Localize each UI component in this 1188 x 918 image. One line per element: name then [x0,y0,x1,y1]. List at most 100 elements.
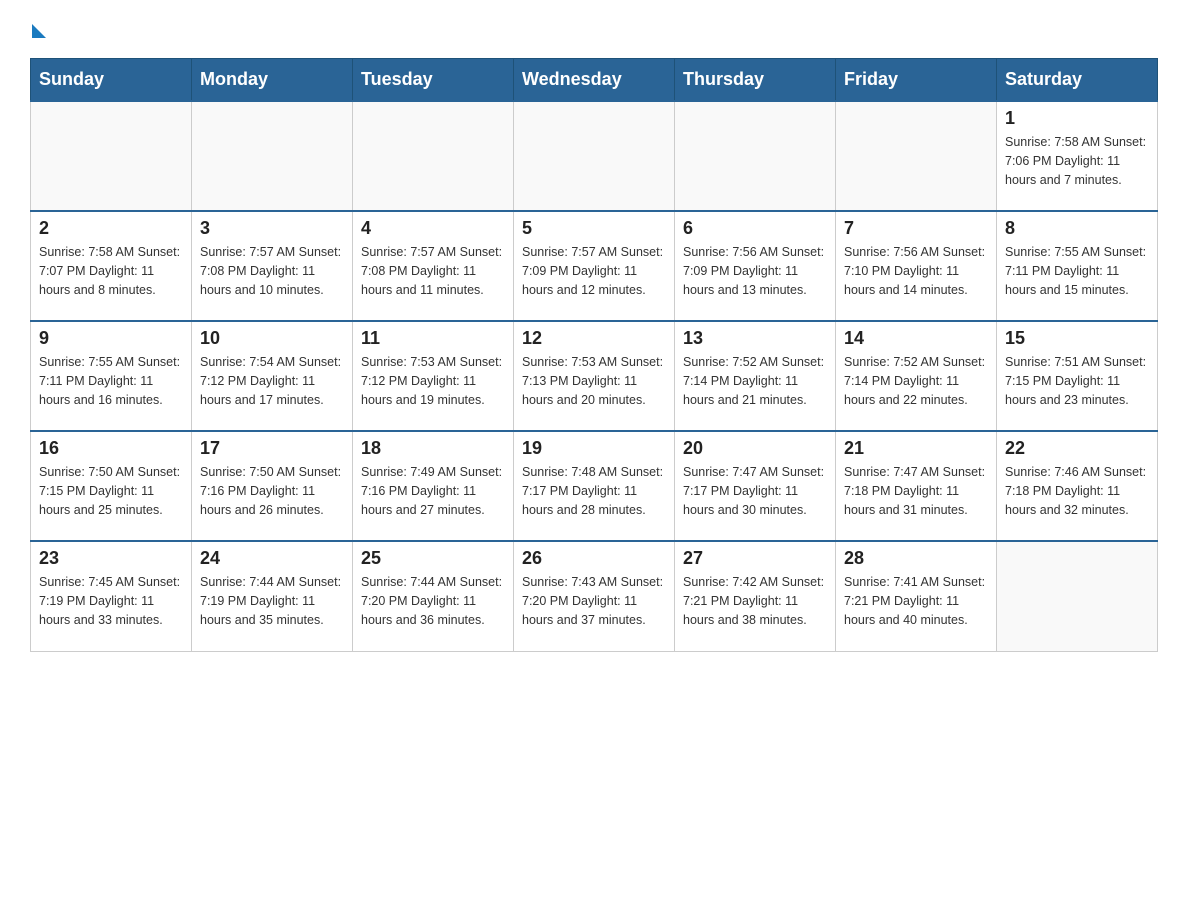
day-info: Sunrise: 7:53 AM Sunset: 7:13 PM Dayligh… [522,353,666,409]
day-info: Sunrise: 7:55 AM Sunset: 7:11 PM Dayligh… [39,353,183,409]
calendar-cell: 8 Sunrise: 7:55 AM Sunset: 7:11 PM Daylig… [997,211,1158,321]
calendar-cell: 18 Sunrise: 7:49 AM Sunset: 7:16 PM Dayli… [353,431,514,541]
calendar-cell: 14 Sunrise: 7:52 AM Sunset: 7:14 PM Dayli… [836,321,997,431]
day-number: 17 [200,438,344,459]
calendar-cell: 2 Sunrise: 7:58 AM Sunset: 7:07 PM Daylig… [31,211,192,321]
day-number: 4 [361,218,505,239]
calendar-header-monday: Monday [192,59,353,102]
day-number: 1 [1005,108,1149,129]
day-info: Sunrise: 7:46 AM Sunset: 7:18 PM Dayligh… [1005,463,1149,519]
calendar-cell: 20 Sunrise: 7:47 AM Sunset: 7:17 PM Dayli… [675,431,836,541]
day-number: 21 [844,438,988,459]
calendar-header-friday: Friday [836,59,997,102]
week-row-3: 9 Sunrise: 7:55 AM Sunset: 7:11 PM Daylig… [31,321,1158,431]
page-header [30,20,1158,38]
day-info: Sunrise: 7:51 AM Sunset: 7:15 PM Dayligh… [1005,353,1149,409]
calendar-cell: 19 Sunrise: 7:48 AM Sunset: 7:17 PM Dayli… [514,431,675,541]
day-info: Sunrise: 7:57 AM Sunset: 7:09 PM Dayligh… [522,243,666,299]
calendar-cell: 16Sunrise: 7:50 AM Sunset: 7:15 PM Dayli… [31,431,192,541]
day-number: 18 [361,438,505,459]
day-info: Sunrise: 7:56 AM Sunset: 7:10 PM Dayligh… [844,243,988,299]
day-info: Sunrise: 7:50 AM Sunset: 7:16 PM Dayligh… [200,463,344,519]
calendar-cell: 27 Sunrise: 7:42 AM Sunset: 7:21 PM Dayli… [675,541,836,651]
logo-arrow-icon [32,24,46,38]
day-info: Sunrise: 7:52 AM Sunset: 7:14 PM Dayligh… [844,353,988,409]
day-number: 27 [683,548,827,569]
calendar-cell: 17 Sunrise: 7:50 AM Sunset: 7:16 PM Dayli… [192,431,353,541]
calendar-header-thursday: Thursday [675,59,836,102]
calendar-header-wednesday: Wednesday [514,59,675,102]
day-info: Sunrise: 7:56 AM Sunset: 7:09 PM Dayligh… [683,243,827,299]
day-number: 5 [522,218,666,239]
calendar-header-tuesday: Tuesday [353,59,514,102]
day-number: 10 [200,328,344,349]
calendar-cell: 28 Sunrise: 7:41 AM Sunset: 7:21 PM Dayli… [836,541,997,651]
calendar-header-saturday: Saturday [997,59,1158,102]
day-number: 11 [361,328,505,349]
calendar-cell: 22 Sunrise: 7:46 AM Sunset: 7:18 PM Dayli… [997,431,1158,541]
calendar-cell [997,541,1158,651]
day-info: Sunrise: 7:45 AM Sunset: 7:19 PM Dayligh… [39,573,183,629]
day-number: 23 [39,548,183,569]
day-number: 9 [39,328,183,349]
day-info: Sunrise: 7:42 AM Sunset: 7:21 PM Dayligh… [683,573,827,629]
calendar-cell: 24Sunrise: 7:44 AM Sunset: 7:19 PM Dayli… [192,541,353,651]
day-number: 19 [522,438,666,459]
calendar-cell [31,101,192,211]
calendar-cell [514,101,675,211]
day-number: 15 [1005,328,1149,349]
day-number: 16 [39,438,183,459]
day-number: 22 [1005,438,1149,459]
day-number: 7 [844,218,988,239]
calendar-cell [836,101,997,211]
calendar-header-row: SundayMondayTuesdayWednesdayThursdayFrid… [31,59,1158,102]
calendar-cell: 7 Sunrise: 7:56 AM Sunset: 7:10 PM Daylig… [836,211,997,321]
week-row-1: 1 Sunrise: 7:58 AM Sunset: 7:06 PM Daylig… [31,101,1158,211]
day-number: 13 [683,328,827,349]
calendar-cell [192,101,353,211]
day-info: Sunrise: 7:57 AM Sunset: 7:08 PM Dayligh… [361,243,505,299]
day-info: Sunrise: 7:49 AM Sunset: 7:16 PM Dayligh… [361,463,505,519]
calendar-cell: 26 Sunrise: 7:43 AM Sunset: 7:20 PM Dayli… [514,541,675,651]
calendar-cell: 23 Sunrise: 7:45 AM Sunset: 7:19 PM Dayli… [31,541,192,651]
logo [30,20,46,38]
day-number: 26 [522,548,666,569]
week-row-2: 2 Sunrise: 7:58 AM Sunset: 7:07 PM Daylig… [31,211,1158,321]
day-number: 12 [522,328,666,349]
day-info: Sunrise: 7:43 AM Sunset: 7:20 PM Dayligh… [522,573,666,629]
day-number: 24 [200,548,344,569]
day-number: 20 [683,438,827,459]
day-info: Sunrise: 7:48 AM Sunset: 7:17 PM Dayligh… [522,463,666,519]
day-number: 28 [844,548,988,569]
calendar-cell: 4 Sunrise: 7:57 AM Sunset: 7:08 PM Daylig… [353,211,514,321]
day-number: 8 [1005,218,1149,239]
day-number: 14 [844,328,988,349]
day-number: 3 [200,218,344,239]
calendar-cell: 1 Sunrise: 7:58 AM Sunset: 7:06 PM Daylig… [997,101,1158,211]
week-row-4: 16Sunrise: 7:50 AM Sunset: 7:15 PM Dayli… [31,431,1158,541]
calendar-cell: 25 Sunrise: 7:44 AM Sunset: 7:20 PM Dayli… [353,541,514,651]
calendar-cell: 3Sunrise: 7:57 AM Sunset: 7:08 PM Daylig… [192,211,353,321]
calendar-cell: 10 Sunrise: 7:54 AM Sunset: 7:12 PM Dayli… [192,321,353,431]
day-info: Sunrise: 7:47 AM Sunset: 7:18 PM Dayligh… [844,463,988,519]
calendar-cell [675,101,836,211]
day-info: Sunrise: 7:44 AM Sunset: 7:20 PM Dayligh… [361,573,505,629]
day-info: Sunrise: 7:58 AM Sunset: 7:06 PM Dayligh… [1005,133,1149,189]
day-info: Sunrise: 7:47 AM Sunset: 7:17 PM Dayligh… [683,463,827,519]
calendar-cell: 21 Sunrise: 7:47 AM Sunset: 7:18 PM Dayli… [836,431,997,541]
calendar-cell: 5 Sunrise: 7:57 AM Sunset: 7:09 PM Daylig… [514,211,675,321]
day-info: Sunrise: 7:41 AM Sunset: 7:21 PM Dayligh… [844,573,988,629]
calendar-cell: 13 Sunrise: 7:52 AM Sunset: 7:14 PM Dayli… [675,321,836,431]
calendar-cell: 9 Sunrise: 7:55 AM Sunset: 7:11 PM Daylig… [31,321,192,431]
calendar-cell: 11Sunrise: 7:53 AM Sunset: 7:12 PM Dayli… [353,321,514,431]
day-number: 25 [361,548,505,569]
calendar-cell [353,101,514,211]
day-info: Sunrise: 7:52 AM Sunset: 7:14 PM Dayligh… [683,353,827,409]
day-info: Sunrise: 7:54 AM Sunset: 7:12 PM Dayligh… [200,353,344,409]
day-info: Sunrise: 7:55 AM Sunset: 7:11 PM Dayligh… [1005,243,1149,299]
calendar-table: SundayMondayTuesdayWednesdayThursdayFrid… [30,58,1158,652]
calendar-cell: 6Sunrise: 7:56 AM Sunset: 7:09 PM Daylig… [675,211,836,321]
day-number: 2 [39,218,183,239]
day-info: Sunrise: 7:58 AM Sunset: 7:07 PM Dayligh… [39,243,183,299]
calendar-header-sunday: Sunday [31,59,192,102]
